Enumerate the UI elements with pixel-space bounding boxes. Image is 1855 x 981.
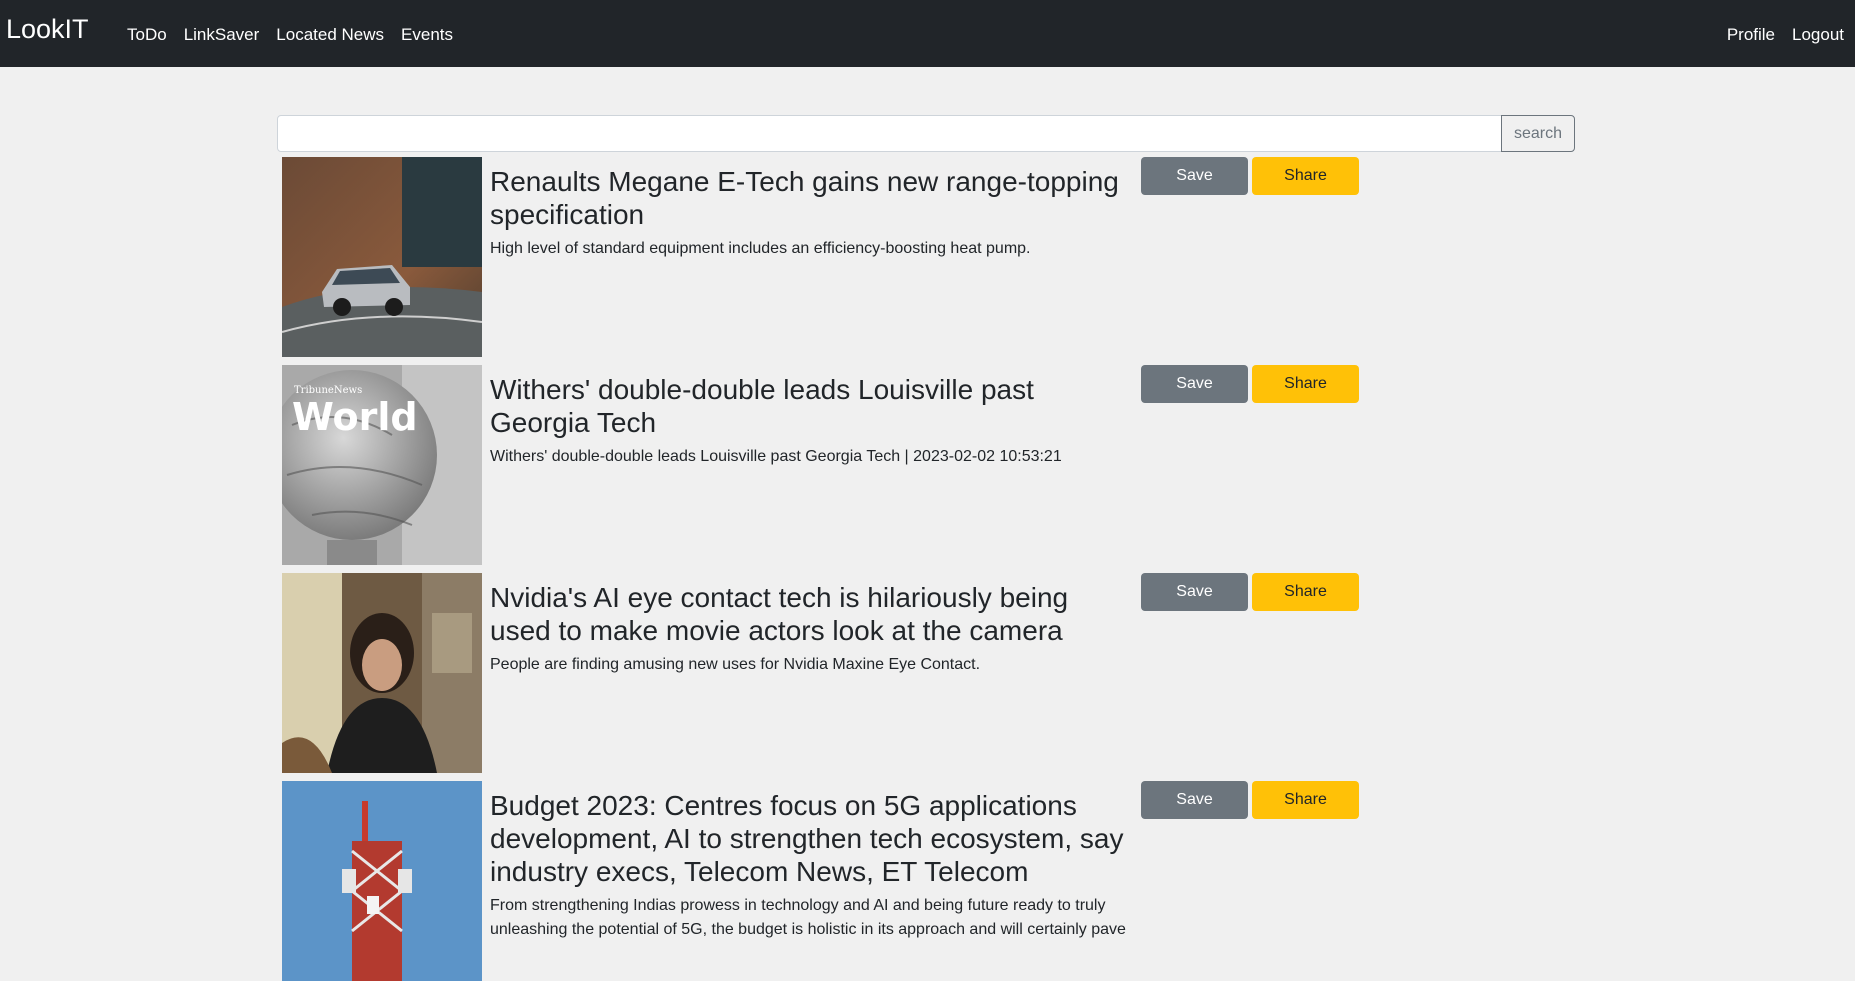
- article-description: From strengthening Indias prowess in tec…: [490, 897, 1126, 938]
- nav-link-located-news[interactable]: Located News: [276, 25, 384, 45]
- article-description: High level of standard equipment include…: [490, 240, 1031, 257]
- article-content: Nvidia's AI eye contact tech is hilariou…: [490, 581, 1130, 677]
- article-title[interactable]: Withers' double-double leads Louisville …: [490, 373, 1130, 439]
- article-actions: Save Share: [1141, 573, 1359, 611]
- article-thumbnail[interactable]: TribuneNews World: [282, 365, 482, 565]
- share-button[interactable]: Share: [1252, 365, 1359, 403]
- save-button[interactable]: Save: [1141, 781, 1248, 819]
- nav-link-linksaver[interactable]: LinkSaver: [184, 25, 260, 45]
- nav-link-todo[interactable]: ToDo: [127, 25, 167, 45]
- article-description: Withers' double-double leads Louisville …: [490, 448, 1062, 465]
- article-actions: Save Share: [1141, 781, 1359, 819]
- nav-user-links: Profile Logout: [1710, 25, 1844, 45]
- article-content: Withers' double-double leads Louisville …: [490, 373, 1130, 469]
- share-button[interactable]: Share: [1252, 781, 1359, 819]
- save-button[interactable]: Save: [1141, 365, 1248, 403]
- article-thumbnail[interactable]: [282, 781, 482, 981]
- navbar: LookIT ToDo LinkSaver Located News Event…: [0, 0, 1855, 67]
- search-button[interactable]: search: [1501, 115, 1575, 152]
- search-input[interactable]: [277, 115, 1502, 152]
- article-actions: Save Share: [1141, 157, 1359, 195]
- save-button[interactable]: Save: [1141, 573, 1248, 611]
- nav-links: ToDo LinkSaver Located News Events: [127, 25, 470, 45]
- nav-link-logout[interactable]: Logout: [1792, 25, 1844, 45]
- article-title[interactable]: Budget 2023: Centres focus on 5G applica…: [490, 789, 1130, 888]
- article-thumbnail[interactable]: [282, 573, 482, 773]
- article-content: Budget 2023: Centres focus on 5G applica…: [490, 789, 1130, 942]
- search-bar: search: [277, 115, 1575, 152]
- save-button[interactable]: Save: [1141, 157, 1248, 195]
- article-description: People are finding amusing new uses for …: [490, 656, 981, 673]
- article-thumbnail[interactable]: [282, 157, 482, 357]
- share-button[interactable]: Share: [1252, 157, 1359, 195]
- article-title[interactable]: Nvidia's AI eye contact tech is hilariou…: [490, 581, 1130, 647]
- share-button[interactable]: Share: [1252, 573, 1359, 611]
- brand-logo[interactable]: LookIT: [6, 14, 89, 45]
- nav-link-profile[interactable]: Profile: [1727, 25, 1775, 45]
- thumbnail-caption-big: World: [292, 395, 418, 439]
- article-content: Renaults Megane E-Tech gains new range-t…: [490, 165, 1130, 261]
- nav-link-events[interactable]: Events: [401, 25, 453, 45]
- article-actions: Save Share: [1141, 365, 1359, 403]
- article-title[interactable]: Renaults Megane E-Tech gains new range-t…: [490, 165, 1130, 231]
